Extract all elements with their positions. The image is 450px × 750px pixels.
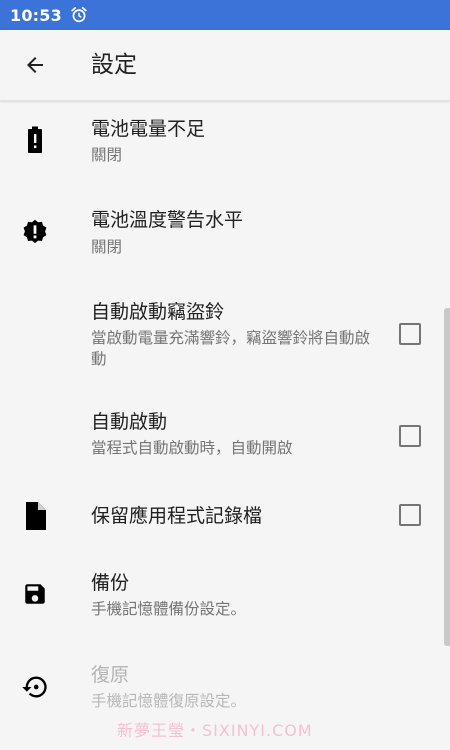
status-bar: 10:53 <box>0 0 450 30</box>
file-icon <box>20 501 50 531</box>
setting-summary: 關閉 <box>91 238 123 256</box>
setting-summary: 當啟動電量充滿響鈴，竊盜響鈴將自動啟動 <box>91 329 371 368</box>
auto-anti-theft-checkbox[interactable] <box>399 323 421 345</box>
setting-summary: 關閉 <box>91 146 123 164</box>
setting-title: 電池電量不足 <box>91 118 206 140</box>
battery-alert-icon <box>20 125 50 155</box>
setting-auto-start[interactable]: 自動啟動 當程式自動啟動時，自動開啟 <box>0 396 450 476</box>
app-toolbar: 設定 <box>0 30 450 101</box>
restore-icon <box>20 672 50 702</box>
arrow-back-icon[interactable] <box>20 50 50 80</box>
setting-title: 電池溫度警告水平 <box>91 209 244 231</box>
setting-title: 備份 <box>91 572 130 594</box>
status-time: 10:53 <box>10 5 62 25</box>
setting-title: 自動啟動竊盜鈴 <box>91 301 225 323</box>
alarm-clock-icon <box>70 6 88 24</box>
setting-backup[interactable]: 備份 手機記憶體備份設定。 <box>0 556 450 646</box>
setting-battery-low[interactable]: 電池電量不足 關閉 <box>0 101 450 201</box>
setting-battery-temperature[interactable]: 電池溫度警告水平 關閉 <box>0 201 450 291</box>
settings-screen: 10:53 設定 電池電量不足 關閉 電池溫度警告水平 關閉 自動啟動竊盜鈴 當… <box>0 0 450 750</box>
setting-summary: 當程式自動啟動時，自動開啟 <box>91 439 293 457</box>
watermark-text: 新夢王瑩・SIXINYI.COM <box>117 721 313 740</box>
setting-keep-app-log[interactable]: 保留應用程式記錄檔 <box>0 476 450 556</box>
setting-title: 保留應用程式記錄檔 <box>91 505 263 527</box>
auto-start-checkbox[interactable] <box>399 425 421 447</box>
setting-auto-anti-theft-alarm[interactable]: 自動啟動竊盜鈴 當啟動電量充滿響鈴，竊盜響鈴將自動啟動 <box>0 291 450 396</box>
setting-title: 復原 <box>91 664 130 686</box>
save-floppy-icon <box>20 579 50 609</box>
scrollbar[interactable] <box>444 308 450 646</box>
keep-app-log-checkbox[interactable] <box>399 504 421 526</box>
page-title: 設定 <box>91 52 137 78</box>
setting-summary: 手機記憶體備份設定。 <box>91 600 247 618</box>
alert-octagon-icon <box>20 217 50 247</box>
setting-title: 自動啟動 <box>91 411 168 433</box>
setting-summary: 手機記憶體復原設定。 <box>91 692 247 710</box>
